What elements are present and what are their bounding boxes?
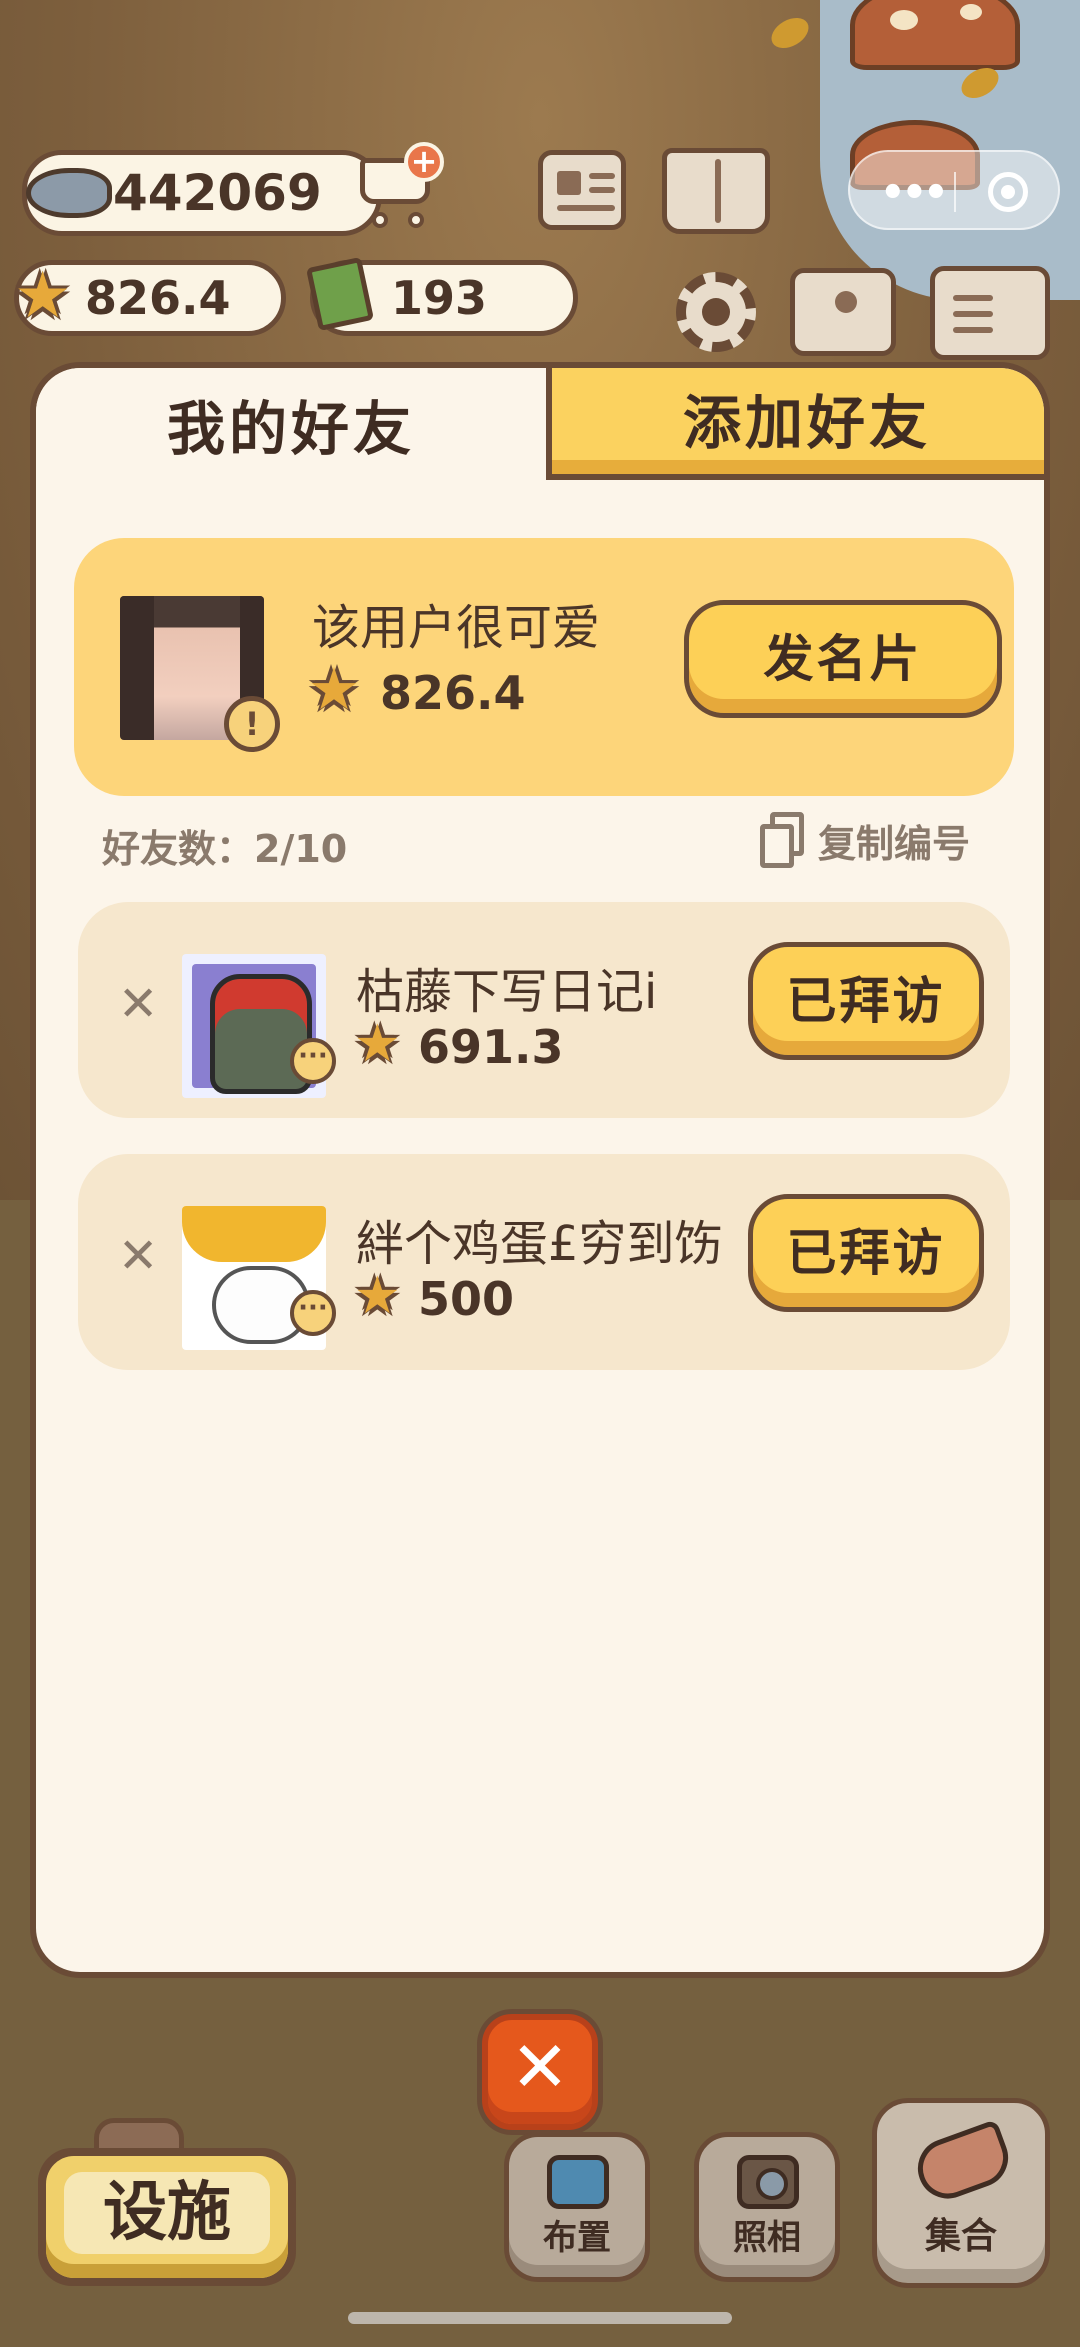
fish-icon [26, 168, 112, 218]
close-miniprogram-icon[interactable] [988, 172, 1028, 212]
home-indicator[interactable] [348, 2312, 732, 2324]
visit-friend-button[interactable]: 已拜访 [748, 942, 984, 1060]
news-line [589, 187, 615, 193]
whistle-icon [909, 2119, 1017, 2207]
close-panel-button[interactable]: ✕ [482, 2014, 598, 2130]
mushroom-cap-decoration [850, 0, 1020, 70]
send-card-button[interactable]: 发名片 [684, 600, 1002, 718]
book-icon[interactable] [662, 148, 770, 234]
friend-count: 好友数：2/10 [102, 827, 348, 871]
news-icon[interactable] [538, 150, 626, 230]
more-menu-icon[interactable]: ••• [880, 170, 949, 216]
copy-icon [760, 812, 804, 868]
camera-icon [737, 2155, 799, 2209]
visit-friend-button[interactable]: 已拜访 [748, 1194, 984, 1312]
miniprogram-capsule: ••• [848, 150, 1060, 230]
cart-wheel [372, 212, 388, 228]
facility-button-face: 设施 [46, 2156, 288, 2278]
gather-button[interactable]: 集合 [872, 2098, 1050, 2288]
edit-profile-icon[interactable]: ! [224, 696, 280, 752]
friend-score: 691.3 [418, 1020, 564, 1074]
facility-button[interactable]: 设施 [38, 2148, 296, 2286]
remove-x-icon[interactable]: ✕ [118, 980, 158, 1028]
sort-icon[interactable] [930, 266, 1050, 360]
star-icon: ★ [14, 259, 72, 333]
photo-button[interactable]: 照相 [694, 2132, 840, 2282]
ticket-value: 193 [391, 271, 488, 325]
map-icon[interactable] [790, 268, 896, 356]
friend-list-item: ✕ ··· 絆个鸡蛋£穷到饬 ★ 500 已拜访 [78, 1154, 1010, 1370]
cart-wheel [408, 212, 424, 228]
copy-page-front [760, 824, 794, 868]
plus-icon: + [404, 142, 444, 182]
mushroom-spot-decoration [890, 10, 918, 30]
remove-x-icon[interactable]: ✕ [118, 1232, 158, 1280]
more-dots-icon[interactable]: ··· [290, 1290, 336, 1336]
map-pin [835, 291, 857, 313]
news-line [557, 171, 581, 195]
book-spine [715, 159, 721, 223]
mushroom-spot-decoration [960, 4, 982, 20]
star-icon: ★ [308, 655, 360, 723]
capsule-divider [954, 172, 956, 212]
more-dots-icon[interactable]: ··· [290, 1038, 336, 1084]
my-profile-card: ! 该用户很可爱 ★ 826.4 发名片 [74, 538, 1014, 796]
friend-score: 500 [418, 1272, 515, 1326]
sort-line [953, 327, 993, 333]
sort-line [953, 295, 993, 301]
copy-id-button[interactable]: 复制编号 [760, 810, 970, 870]
tab-my-friends[interactable]: 我的好友 [36, 368, 546, 480]
my-score: 826.4 [380, 666, 526, 720]
my-name: 该用户很可爱 [312, 600, 601, 656]
tab-add-friend[interactable]: 添加好友 [546, 368, 1044, 480]
news-line [557, 205, 615, 211]
fish-coin-value: 442069 [113, 164, 322, 222]
star-icon: ★ [354, 1014, 401, 1074]
sort-line [953, 311, 993, 317]
friend-name: 絆个鸡蛋£穷到饬 [356, 1216, 723, 1272]
friends-panel: 我的好友 添加好友 ! 该用户很可爱 ★ 826.4 发名片 好友数：2/10 … [30, 362, 1050, 1978]
layout-label: 布置 [543, 2218, 611, 2258]
friend-name: 枯藤下写日记i [356, 964, 658, 1020]
star-icon: ★ [354, 1266, 401, 1326]
gather-label: 集合 [924, 2216, 997, 2257]
shop-cart-plus-icon[interactable]: + [360, 142, 444, 228]
photo-label: 照相 [733, 2218, 801, 2258]
friend-list-item: ✕ ··· 枯藤下写日记i ★ 691.3 已拜访 [78, 902, 1010, 1118]
layout-button[interactable]: 布置 [504, 2132, 650, 2282]
gear-icon[interactable] [676, 272, 756, 352]
paint-roller-icon [547, 2155, 609, 2209]
news-line [589, 173, 615, 179]
copy-id-label: 复制编号 [818, 821, 971, 866]
star-value: 826.4 [85, 271, 231, 325]
facility-label: 设施 [64, 2172, 270, 2254]
